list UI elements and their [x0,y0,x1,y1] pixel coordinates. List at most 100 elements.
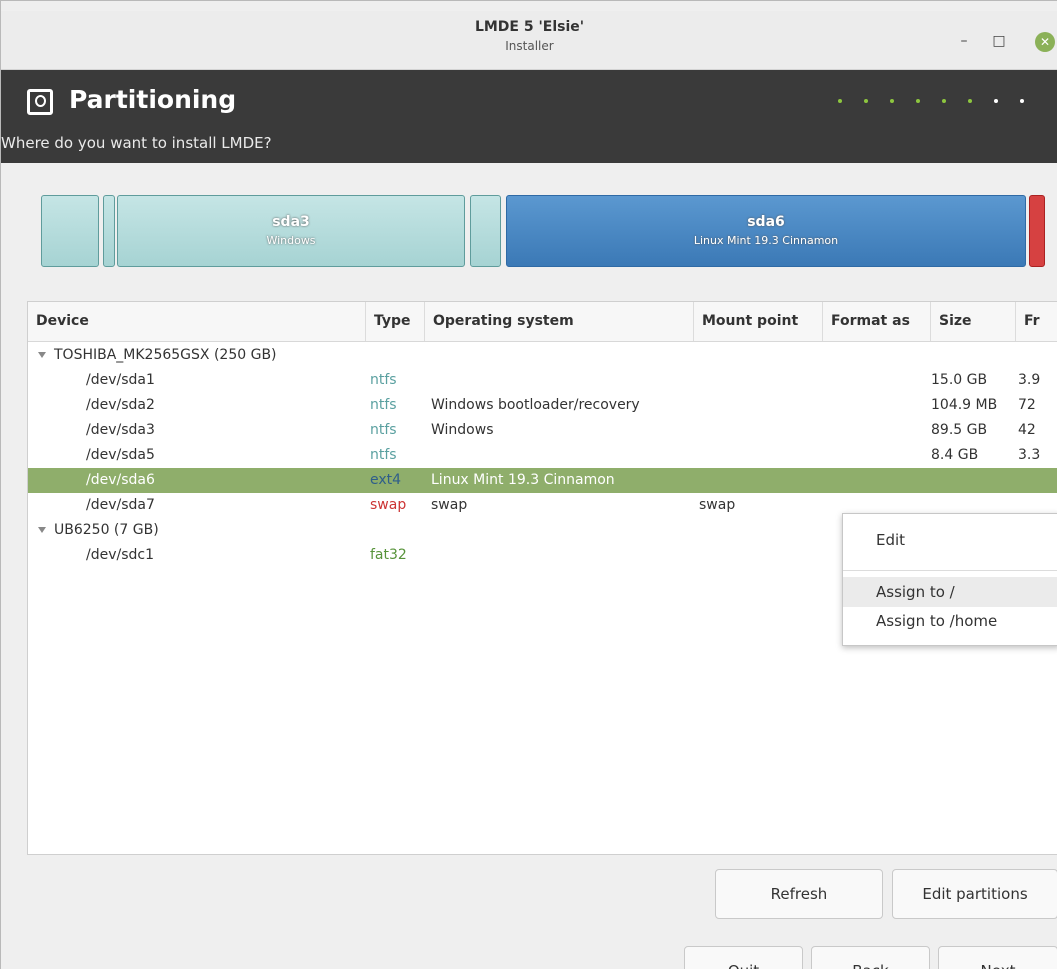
cell-size: 104.9 MB [931,397,998,413]
quit-button[interactable]: Quit [684,946,803,969]
cell-format [828,418,928,443]
cell-type: swap [370,497,407,513]
cell-os [431,543,731,568]
installer-window: LMDE 5 'Elsie' Installer – □ ✕ Partition… [0,0,1057,969]
cell-os: Windows [431,422,494,438]
table-group-row[interactable]: TOSHIBA_MK2565GSX (250 GB) [28,343,1057,368]
segment-name: sda6 [747,214,785,230]
page-subtitle: Where do you want to install LMDE? [1,134,272,152]
window-subtitle: Installer [505,39,554,53]
progress-dot [838,99,842,103]
cell-type: fat32 [370,547,407,563]
maximize-icon[interactable]: □ [991,33,1007,49]
disk-partition-icon [27,89,53,115]
cell-device: /dev/sda2 [86,397,155,413]
cell-format [828,443,928,468]
cell-mount [699,418,823,443]
cell-os: swap [431,497,468,513]
window-title: LMDE 5 'Elsie' [474,19,585,35]
table-row[interactable]: /dev/sda1 ntfs 15.0 GB 3.9 [28,368,1057,393]
column-size[interactable]: Size [931,302,1016,341]
column-type[interactable]: Type [366,302,425,341]
minimize-icon[interactable]: – [956,33,972,49]
progress-dot [864,99,868,103]
segment-name: sda3 [272,214,310,230]
progress-dot [1020,99,1024,103]
cell-free: 3.9 [1018,372,1041,388]
column-device[interactable]: Device [28,302,366,341]
progress-dot [942,99,946,103]
progress-dot [968,99,972,103]
cell-device: /dev/sda3 [86,422,155,438]
column-format-as[interactable]: Format as [823,302,931,341]
progress-dot [890,99,894,103]
cell-size: 15.0 GB [931,372,988,388]
column-operating-system[interactable]: Operating system [425,302,694,341]
group-label: TOSHIBA_MK2565GSX (250 GB) [38,343,438,368]
cell-free: 72 [1018,397,1036,413]
column-mount-point[interactable]: Mount point [694,302,823,341]
menu-item-edit[interactable]: Edit [843,525,1057,555]
menu-separator [843,570,1057,571]
table-header: Device Type Operating system Mount point… [28,302,1057,342]
title-bar[interactable]: LMDE 5 'Elsie' Installer – □ ✕ [1,11,1057,70]
cell-device: /dev/sda6 [86,472,155,488]
group-label-text: UB6250 (7 GB) [54,522,159,538]
cell-mount: swap [699,497,736,513]
expander-down-icon[interactable] [38,352,46,358]
back-button[interactable]: Back [811,946,930,969]
close-icon[interactable]: ✕ [1035,32,1055,52]
cell-mount [699,393,823,418]
cell-format [828,368,928,393]
cell-size: 89.5 GB [931,422,988,438]
progress-dot [916,99,920,103]
menu-item-assign-home[interactable]: Assign to /home [843,606,1057,636]
cell-free: 3.3 [1018,447,1041,463]
cell-os: Linux Mint 19.3 Cinnamon [431,472,615,488]
cell-device: /dev/sdc1 [86,547,155,563]
cell-type: ntfs [370,447,397,463]
segment-label: Linux Mint 19.3 Cinnamon [693,234,839,247]
refresh-button[interactable]: Refresh [715,869,883,919]
edit-partitions-button[interactable]: Edit partitions [892,869,1057,919]
cell-mount [699,443,823,468]
next-button[interactable]: Next [938,946,1057,969]
menu-item-assign-root[interactable]: Assign to / [843,577,1057,607]
cell-type: ntfs [370,397,397,413]
partition-segment-sda7[interactable] [1029,195,1045,267]
cell-mount [699,543,823,568]
partition-segment-sda1[interactable] [41,195,99,267]
cell-device: /dev/sda5 [86,447,155,463]
expander-down-icon[interactable] [38,527,46,533]
partition-segment-sda6[interactable]: sda6 Linux Mint 19.3 Cinnamon [506,195,1026,267]
partition-segment-sda2[interactable] [103,195,115,267]
cell-size: 8.4 GB [931,447,979,463]
page-header: Partitioning Where do you want to instal… [1,70,1057,163]
disk-partition-bar: sda3 Windows sda6 Linux Mint 19.3 Cinnam… [41,195,1045,271]
cell-mount [699,368,823,393]
context-menu: Edit Assign to / Assign to /home [842,513,1057,646]
progress-dot [994,99,998,103]
table-row[interactable]: /dev/sda2 ntfs Windows bootloader/recovery… [28,393,1057,418]
cell-free: 42 [1018,422,1036,438]
segment-label: Windows [266,234,316,247]
cell-type: ntfs [370,372,397,388]
cell-format [828,468,928,493]
cell-type: ntfs [370,422,397,438]
table-row[interactable]: /dev/sda6 ext4 Linux Mint 19.3 Cinnamon [28,468,1057,493]
cell-os [431,443,731,468]
cell-mount [699,468,823,493]
cell-device: /dev/sda7 [86,497,155,513]
group-label-text: TOSHIBA_MK2565GSX (250 GB) [54,347,277,363]
table-row[interactable]: /dev/sda3 ntfs Windows 89.5 GB 42 [28,418,1057,443]
cell-free [1018,468,1057,493]
column-free[interactable]: Fr [1016,302,1057,341]
table-row[interactable]: /dev/sda5 ntfs 8.4 GB 3.3 [28,443,1057,468]
partition-segment-sda5[interactable] [470,195,501,267]
cell-format [828,393,928,418]
cell-os [431,368,731,393]
page-title: Partitioning [69,85,237,114]
cell-device: /dev/sda1 [86,372,155,388]
partition-segment-sda3[interactable]: sda3 Windows [117,195,465,267]
cell-size [931,468,1016,493]
